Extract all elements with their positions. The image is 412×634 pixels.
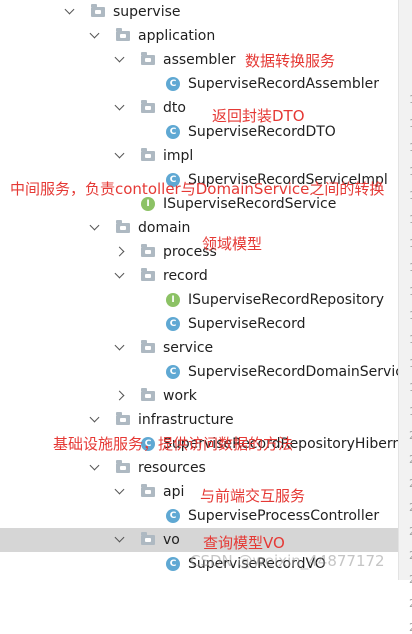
tree-file-row[interactable]: C SuperviseRecordDTO xyxy=(0,120,398,144)
folder-icon xyxy=(141,52,155,65)
class-icon: C xyxy=(166,125,180,139)
interface-icon: I xyxy=(166,293,180,307)
interface-icon: I xyxy=(141,197,155,211)
tree-node-label: resources xyxy=(138,460,206,476)
tree-node-label: assembler xyxy=(163,52,236,68)
tree-folder-row[interactable]: infrastructure xyxy=(0,408,398,432)
folder-icon xyxy=(141,268,155,281)
tree-node-label: SuperviseProcessController xyxy=(188,508,380,524)
tree-folder-row[interactable]: work xyxy=(0,384,398,408)
tree-node-label: dto xyxy=(163,100,186,116)
chevron-down-icon[interactable] xyxy=(114,484,125,495)
tree-folder-row[interactable]: service xyxy=(0,336,398,360)
tree-folder-row[interactable]: api xyxy=(0,480,398,504)
folder-icon xyxy=(141,484,155,497)
chevron-right-icon[interactable] xyxy=(114,390,125,401)
tree-folder-row[interactable]: assembler xyxy=(0,48,398,72)
tree-node-label: domain xyxy=(138,220,191,236)
tree-folder-row[interactable]: domain xyxy=(0,216,398,240)
folder-icon xyxy=(141,100,155,113)
tree-file-row[interactable]: I ISuperviseRecordRepository xyxy=(0,288,398,312)
chevron-right-icon[interactable] xyxy=(114,246,125,257)
tree-file-row[interactable]: C SuperviseRecordDomainService xyxy=(0,360,412,384)
chevron-down-icon[interactable] xyxy=(114,148,125,159)
tree-node-label: application xyxy=(138,28,216,44)
watermark: CSDN @weixin_44877172 xyxy=(190,552,385,570)
folder-icon xyxy=(141,148,155,161)
tree-node-label: SuperviseRecord xyxy=(188,316,306,332)
class-icon: C xyxy=(166,557,180,571)
folder-icon xyxy=(116,220,130,233)
tree-node-label: work xyxy=(163,388,197,404)
annotation-return-dto: 返回封装DTO xyxy=(212,107,305,125)
tree-folder-row[interactable]: resources xyxy=(0,456,398,480)
folder-icon xyxy=(141,532,155,545)
chevron-down-icon[interactable] xyxy=(114,340,125,351)
tree-node-label: record xyxy=(163,268,208,284)
annotation-middle-service: 中间服务，负责contoller与DomainService之间的转换 xyxy=(10,180,385,198)
chevron-down-icon[interactable] xyxy=(89,220,100,231)
chevron-down-icon[interactable] xyxy=(89,28,100,39)
tree-node-label: ISuperviseRecordRepository xyxy=(188,292,385,308)
tree-node-label: impl xyxy=(163,148,194,164)
chevron-down-icon[interactable] xyxy=(114,100,125,111)
folder-icon xyxy=(116,460,130,473)
tree-node-label: infrastructure xyxy=(138,412,234,428)
folder-icon xyxy=(141,340,155,353)
chevron-down-icon[interactable] xyxy=(89,460,100,471)
annotation-data-conversion: 数据转换服务 xyxy=(245,52,336,70)
tree-node-label: api xyxy=(163,484,185,500)
chevron-down-icon[interactable] xyxy=(114,532,125,543)
tree-file-row[interactable]: C SuperviseRecordAssembler xyxy=(0,72,398,96)
chevron-down-icon[interactable] xyxy=(89,412,100,423)
annotation-query-vo: 查询模型VO xyxy=(203,534,285,552)
chevron-down-icon[interactable] xyxy=(114,268,125,279)
tree-node-label: service xyxy=(163,340,214,356)
tree-file-row[interactable]: C SuperviseProcessController xyxy=(0,504,398,528)
annotation-infrastructure: 基础设施服务，提供访问数据的方法 xyxy=(53,435,294,453)
chevron-down-icon[interactable] xyxy=(114,52,125,63)
class-icon: C xyxy=(166,509,180,523)
class-icon: C xyxy=(166,77,180,91)
editor-gutter: 11111111111111222222222 xyxy=(398,0,412,634)
tree-folder-row[interactable]: dto xyxy=(0,96,398,120)
tree-file-row[interactable]: C SuperviseRecord xyxy=(0,312,398,336)
tree-folder-row[interactable]: record xyxy=(0,264,398,288)
class-icon: C xyxy=(166,317,180,331)
tree-node-label: SuperviseRecordAssembler xyxy=(188,76,380,92)
tree-folder-row[interactable]: application xyxy=(0,24,398,48)
tree-node-label: supervise xyxy=(113,4,181,20)
tree-node-label: SuperviseRecordDomainService xyxy=(188,364,412,380)
folder-icon xyxy=(116,412,130,425)
tree-node-label: vo xyxy=(163,532,180,548)
folder-icon xyxy=(141,244,155,257)
folder-icon xyxy=(91,4,105,17)
tree-folder-row[interactable]: impl xyxy=(0,144,398,168)
annotation-frontend-service: 与前端交互服务 xyxy=(200,487,306,505)
class-icon: C xyxy=(166,365,180,379)
folder-icon xyxy=(141,388,155,401)
tree-folder-row[interactable]: supervise xyxy=(0,0,398,24)
folder-icon xyxy=(116,28,130,41)
tree-folder-row[interactable]: process xyxy=(0,240,398,264)
annotation-domain-model: 领域模型 xyxy=(202,235,263,253)
chevron-down-icon[interactable] xyxy=(64,4,75,15)
